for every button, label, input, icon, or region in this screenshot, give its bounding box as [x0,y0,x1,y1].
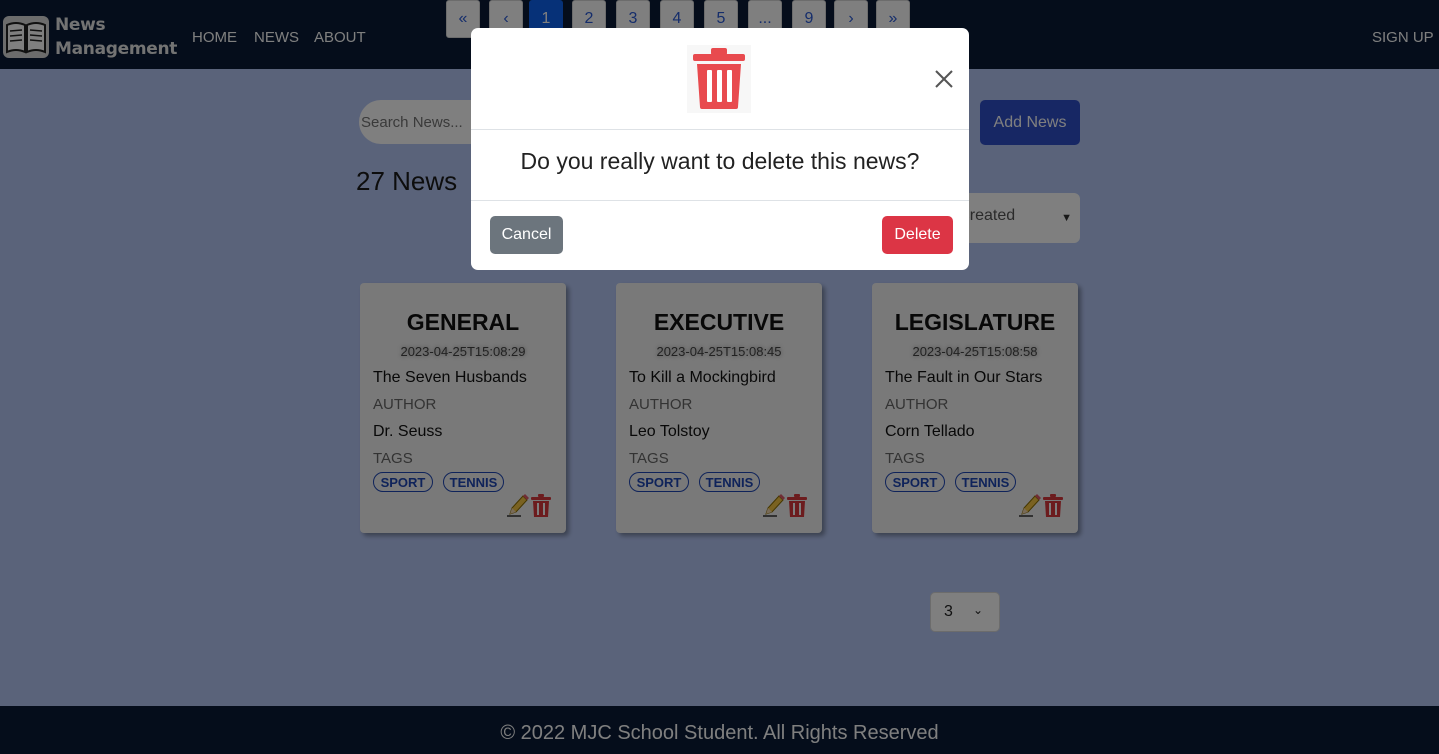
trash-icon [687,45,751,113]
modal-header [471,28,969,130]
delete-button[interactable]: Delete [882,216,953,254]
delete-confirm-modal: Do you really want to delete this news? … [471,28,969,270]
modal-question: Do you really want to delete this news? [520,148,920,174]
close-icon[interactable] [934,69,954,89]
modal-body: Do you really want to delete this news? [471,130,969,201]
cancel-button[interactable]: Cancel [490,216,563,254]
